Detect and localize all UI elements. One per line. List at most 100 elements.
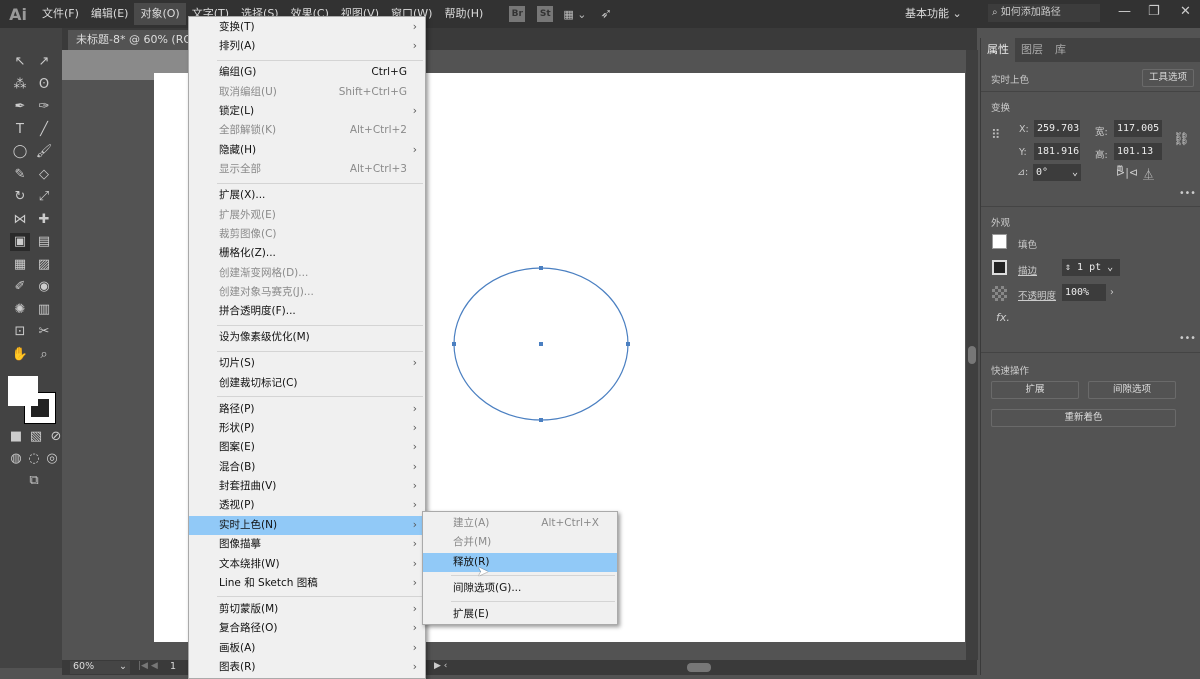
menu-item[interactable]: 隐藏(H) › xyxy=(189,141,425,160)
rotate-angle-select[interactable]: 0° ⌄ xyxy=(1033,164,1081,181)
vertical-scrollbar[interactable] xyxy=(966,50,978,660)
artboard-nav-next[interactable]: ▶ ‹ xyxy=(434,661,447,671)
menu-item[interactable]: 显示全部 Alt+Ctrl+3 xyxy=(189,160,425,179)
fill-swatch[interactable] xyxy=(992,234,1007,249)
menu-item-label: 扩展(E) xyxy=(453,607,489,620)
menu-item[interactable]: 变换(T) › xyxy=(189,18,425,37)
menu-item[interactable]: 实时上色(N) › xyxy=(189,515,425,536)
menu-item[interactable]: 排列(A) › xyxy=(189,37,425,56)
more-options-icon[interactable]: ••• xyxy=(1179,333,1196,344)
menu-item[interactable]: 剪切蒙版(M) › xyxy=(189,600,425,619)
properties-panel: 属性 图层库 实时上色 工具选项 变换 ⠿ X: 259.703 Y: 181.9… xyxy=(980,38,1200,675)
recolor-button[interactable]: 重新着色 xyxy=(991,409,1176,427)
submenu-arrow-icon: › xyxy=(412,143,417,156)
menu-item[interactable]: 画板(A) › xyxy=(189,639,425,658)
menu-item-label: 裁剪图像(C) xyxy=(219,227,277,240)
artboard-nav-prev[interactable]: |◀ ◀ xyxy=(138,661,158,671)
stroke-weight-input[interactable]: ⇕ 1 pt ⌄ xyxy=(1062,259,1120,276)
panel-tab-0[interactable]: 属性 xyxy=(981,38,1015,62)
menu-item[interactable]: 切片(S) › xyxy=(189,354,425,373)
menu-item-label: 剪切蒙版(M) xyxy=(219,602,279,615)
effects-fx-button[interactable]: fx. xyxy=(996,311,1010,324)
mouse-cursor-icon: ➤ xyxy=(477,564,489,580)
menu-item-label: 拼合透明度(F)... xyxy=(219,305,296,318)
transform-title: 变换 xyxy=(991,103,1011,114)
height-label: 高: xyxy=(1095,150,1108,161)
menu-item[interactable]: 创建对象马赛克(J)... xyxy=(189,283,425,302)
menu-item[interactable]: 透视(P) › xyxy=(189,496,425,515)
height-input[interactable]: 101.13 m xyxy=(1114,143,1162,174)
menu-item-label: 排列(A) xyxy=(219,40,256,53)
gap-options-button[interactable]: 间隙选项 xyxy=(1088,381,1176,399)
menu-item[interactable]: 图像描摹 › xyxy=(189,535,425,554)
menu-item[interactable]: 建立(A) Alt+Ctrl+X xyxy=(423,514,617,533)
width-label: 宽: xyxy=(1095,127,1108,138)
menu-item[interactable]: 间隙选项(G)... xyxy=(423,579,617,598)
panel-tab-2[interactable]: 库 xyxy=(1049,38,1072,62)
menu-item[interactable]: 锁定(L) › xyxy=(189,102,425,121)
menu-item[interactable]: 创建裁切标记(C) xyxy=(189,374,425,393)
x-input[interactable]: 259.703 xyxy=(1034,120,1080,137)
menu-item[interactable]: 裁剪图像(C) xyxy=(189,225,425,244)
zoom-value: 60% xyxy=(73,661,95,672)
horizontal-scroll-thumb[interactable] xyxy=(687,663,711,672)
menu-item-label: 画板(A) xyxy=(219,641,256,654)
menu-item[interactable]: 拼合透明度(F)... xyxy=(189,302,425,321)
submenu-arrow-icon: › xyxy=(412,460,417,473)
expand-button[interactable]: 扩展 xyxy=(991,381,1079,399)
menu-item[interactable]: 全部解锁(K) Alt+Ctrl+2 xyxy=(189,121,425,140)
menu-item[interactable]: 合并(M) xyxy=(423,533,617,552)
reference-point-icon[interactable]: ⠿ xyxy=(991,128,1001,143)
fill-color-swatch[interactable] xyxy=(8,376,38,406)
menu-item-label: 显示全部 xyxy=(219,163,261,176)
menu-item-label: 透视(P) xyxy=(219,499,255,512)
stroke-swatch[interactable] xyxy=(992,260,1007,275)
menu-item[interactable]: 图案(E) › xyxy=(189,438,425,457)
more-options-icon[interactable]: ••• xyxy=(1179,188,1196,199)
submenu-arrow-icon: › xyxy=(412,480,417,493)
menu-item[interactable]: 混合(B) › xyxy=(189,458,425,477)
menu-item-shortcut: Shift+Ctrl+G xyxy=(338,85,407,98)
menu-item[interactable]: 文本绕排(W) › xyxy=(189,555,425,574)
stroke-label[interactable]: 描边 xyxy=(1018,263,1037,277)
menu-item-label: 变换(T) xyxy=(219,21,255,33)
menu-item-label: 隐藏(H) xyxy=(219,143,257,156)
menu-item[interactable]: 栅格化(Z)... xyxy=(189,244,425,263)
menu-item[interactable]: 设为像素级优化(M) xyxy=(189,328,425,347)
menu-item-label: 封套扭曲(V) xyxy=(219,480,277,493)
panel-tab-1[interactable]: 图层 xyxy=(1015,38,1049,62)
menu-item[interactable]: 扩展(X)... xyxy=(189,186,425,205)
opacity-input[interactable]: 100% xyxy=(1062,284,1106,301)
opacity-expand-icon[interactable]: › xyxy=(1110,287,1114,298)
menu-item[interactable]: 扩展(E) xyxy=(423,605,617,624)
flip-horizontal-icon[interactable]: ⊳|⊲ xyxy=(1116,166,1138,179)
submenu-arrow-icon: › xyxy=(412,40,417,53)
menu-item[interactable]: 编组(G) Ctrl+G xyxy=(189,63,425,82)
menu-item[interactable]: 封套扭曲(V) › xyxy=(189,477,425,496)
object-menu: 变换(T) › 排列(A) › 编组(G) Ctrl+G 取消编组(U) Shift+Ctrl… xyxy=(188,16,426,679)
flip-vertical-icon[interactable]: ⏅ xyxy=(1143,166,1154,182)
menu-item-shortcut: Alt+Ctrl+3 xyxy=(349,163,407,176)
menu-item[interactable]: 形状(P) › xyxy=(189,419,425,438)
opacity-label[interactable]: 不透明度 xyxy=(1018,288,1056,302)
zoom-select[interactable]: 60% ⌄ xyxy=(70,661,130,674)
menu-item[interactable]: 释放(R) xyxy=(423,552,617,573)
selection-handles[interactable] xyxy=(452,266,630,422)
menu-item[interactable]: 复合路径(O) › xyxy=(189,619,425,638)
menu-item-label: 形状(P) xyxy=(219,421,255,434)
menu-item-label: 锁定(L) xyxy=(219,105,255,118)
menu-item[interactable]: 扩展外观(E) xyxy=(189,206,425,225)
quick-actions-title: 快速操作 xyxy=(991,366,1030,377)
submenu-arrow-icon: › xyxy=(412,538,417,551)
y-input[interactable]: 181.916 xyxy=(1034,143,1080,160)
menu-item[interactable]: 创建渐变网格(D)... xyxy=(189,264,425,283)
menu-item[interactable]: Line 和 Sketch 图稿 › xyxy=(189,574,425,593)
menu-item[interactable]: 取消编组(U) Shift+Ctrl+G xyxy=(189,83,425,102)
artboard-number[interactable]: 1 xyxy=(170,661,176,672)
constrain-proportions-icon[interactable]: ⛓ xyxy=(1173,132,1190,147)
menu-item-label: 合并(M) xyxy=(453,536,492,549)
tool-options-button[interactable]: 工具选项 xyxy=(1142,69,1194,87)
rotate-angle-value: 0° xyxy=(1036,167,1049,178)
width-input[interactable]: 117.005 xyxy=(1114,120,1162,137)
menu-item[interactable]: 路径(P) › xyxy=(189,400,425,419)
